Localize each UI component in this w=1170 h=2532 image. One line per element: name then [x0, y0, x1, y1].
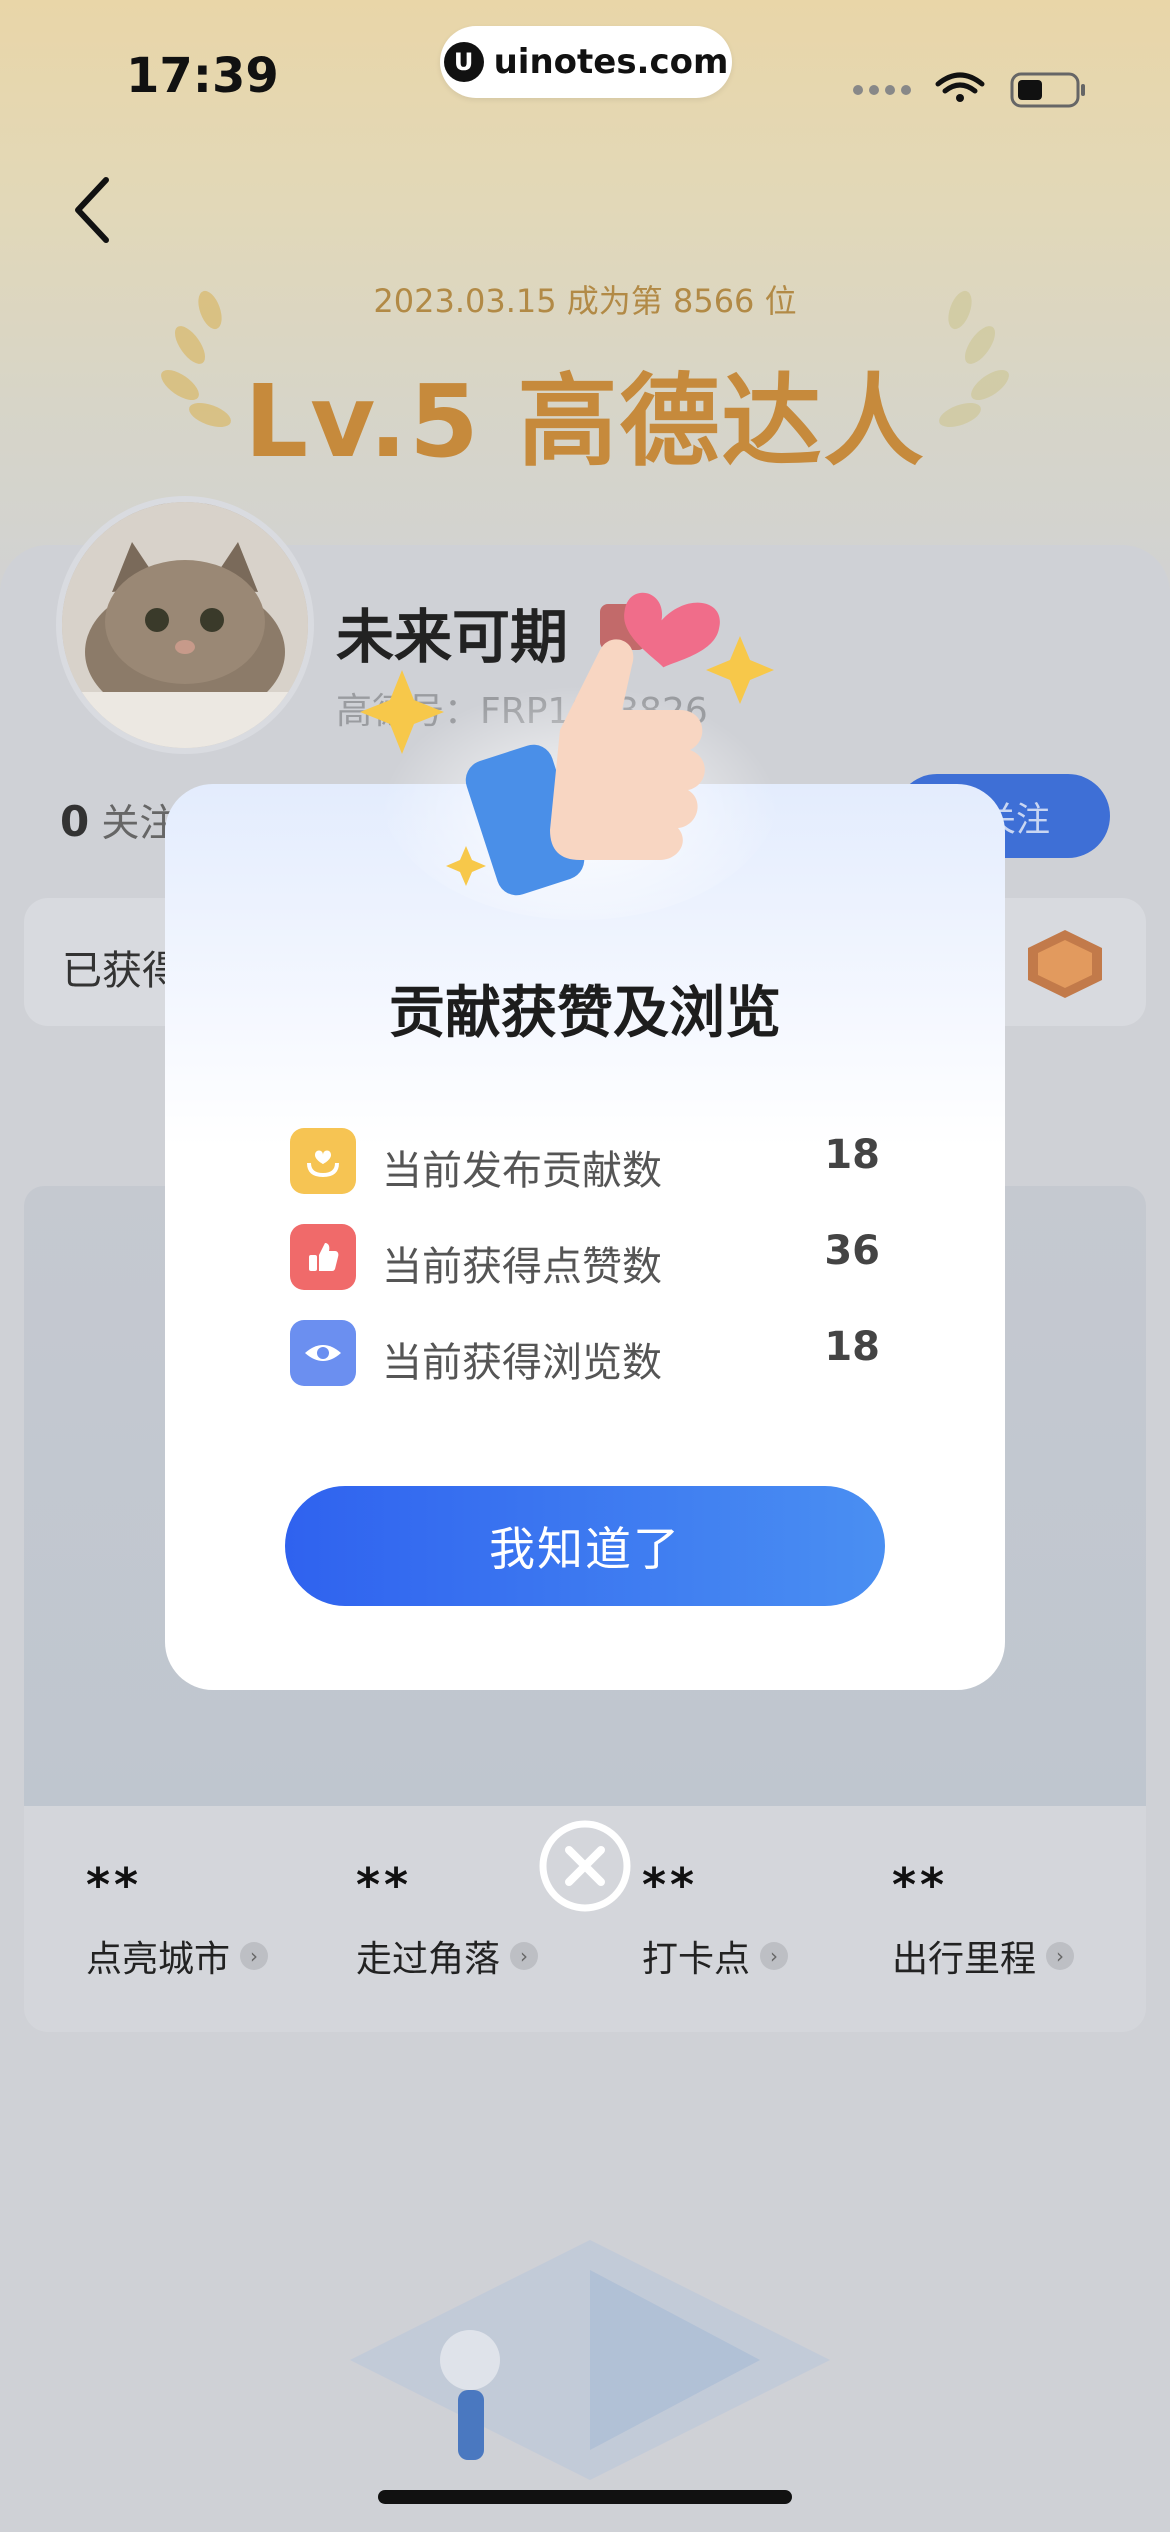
battery-icon: [1010, 72, 1085, 108]
stat-mileage[interactable]: ** 出行里程 ›: [892, 1858, 1112, 1982]
stat-value: **: [86, 1858, 143, 1912]
chevron-right-icon: ›: [1046, 1942, 1075, 1970]
follow-count[interactable]: 0 关注: [60, 792, 177, 847]
back-arrow-icon[interactable]: [66, 170, 126, 250]
thumbs-up-illustration: [360, 592, 780, 920]
stat-label: 出行里程: [892, 1939, 1037, 1980]
close-icon[interactable]: [537, 1818, 633, 1914]
dialog-title: 贡献获赞及浏览: [389, 981, 781, 1046]
url-pill: U uinotes.com: [440, 26, 732, 98]
chevron-right-icon: ›: [240, 1942, 269, 1970]
earned-label: 已获得: [62, 948, 182, 994]
stat-label: 打卡点: [642, 1939, 751, 1980]
stat-row-contributions: 当前发布贡献数 18: [290, 1128, 880, 1198]
home-indicator: [378, 2490, 792, 2504]
medal-icon: [1028, 930, 1102, 998]
sparkle-icon: [706, 636, 774, 704]
status-time: 17:39: [126, 48, 279, 104]
eye-icon: [290, 1320, 356, 1386]
stat-value: **: [642, 1858, 699, 1912]
stat-row-value: 18: [824, 1132, 880, 1178]
stat-cities[interactable]: ** 点亮城市 ›: [86, 1858, 306, 1982]
url-text: uinotes.com: [493, 42, 729, 82]
follow-count-value: 0: [60, 797, 90, 846]
stat-value: **: [892, 1858, 949, 1912]
status-icons: [853, 72, 1085, 108]
uinotes-logo-icon: U: [443, 42, 484, 82]
stat-row-label: 当前发布贡献数: [382, 1148, 662, 1194]
wifi-icon: [935, 72, 985, 102]
stat-label: 走过角落: [356, 1939, 501, 1980]
stat-row-label: 当前获得浏览数: [382, 1340, 662, 1386]
avatar[interactable]: [56, 496, 314, 754]
stat-checkins[interactable]: ** 打卡点 ›: [642, 1858, 862, 1982]
stat-row-views: 当前获得浏览数 18: [290, 1320, 880, 1390]
cat-photo: [62, 502, 308, 748]
stat-row-label: 当前获得点赞数: [382, 1244, 662, 1290]
chevron-right-icon: ›: [510, 1942, 539, 1970]
level-title: Lv.5 高德达人: [244, 363, 926, 480]
stat-row-likes: 当前获得点赞数 36: [290, 1224, 880, 1294]
walker-illustration: [350, 2240, 830, 2480]
thumbs-up-icon: [290, 1224, 356, 1290]
hands-heart-icon: [290, 1128, 356, 1194]
ok-button[interactable]: 我知道了: [285, 1486, 885, 1606]
stat-row-value: 36: [824, 1228, 880, 1274]
chevron-right-icon: ›: [760, 1942, 789, 1970]
signal-icon: [853, 85, 911, 95]
stat-row-value: 18: [824, 1324, 880, 1370]
stat-label: 点亮城市: [86, 1939, 231, 1980]
